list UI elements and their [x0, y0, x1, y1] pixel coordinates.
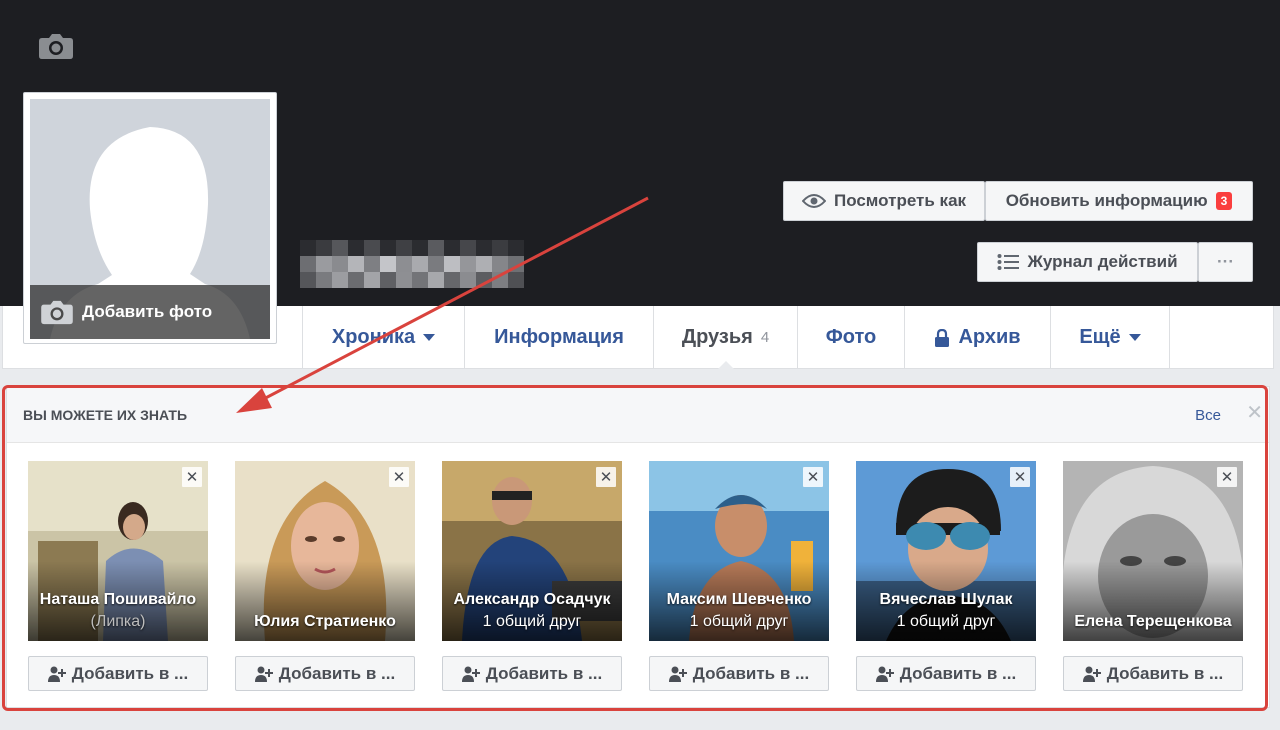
tab-archive[interactable]: Архив: [904, 306, 1050, 369]
person-name[interactable]: Александр Осадчук: [442, 591, 622, 609]
add-friend-button[interactable]: Добавить в ...: [28, 656, 208, 691]
more-options-button[interactable]: ···: [1198, 242, 1253, 282]
tab-photos[interactable]: Фото: [797, 306, 904, 369]
caret-down-icon: [423, 334, 436, 341]
add-friend-button[interactable]: Добавить в ...: [235, 656, 415, 691]
dismiss-suggestion-icon[interactable]: ✕: [182, 467, 202, 487]
person-photo[interactable]: ✕ Максим Шевченко 1 общий друг: [649, 461, 829, 641]
tab-label: Ещё: [1079, 326, 1121, 348]
mutual-friends: 1 общий друг: [689, 613, 789, 630]
profile-picture[interactable]: Добавить фото: [30, 99, 270, 339]
activity-log-label: Журнал действий: [1027, 252, 1178, 271]
person-name[interactable]: Юлия Стратиенко: [235, 613, 415, 631]
suggestion-card: ✕ Юлия Стратиенко Добавить в ...: [235, 461, 415, 691]
notification-badge: 3: [1215, 192, 1233, 210]
suggestion-cards: ✕ Наташа Пошивайло (Липка) Добавить в ..…: [28, 461, 1248, 691]
close-icon[interactable]: ✕: [1246, 403, 1263, 423]
add-friend-icon: [1082, 666, 1101, 682]
suggestion-card: ✕ Наташа Пошивайло (Липка) Добавить в ..…: [28, 461, 208, 691]
update-info-button[interactable]: Обновить информацию 3: [985, 181, 1253, 221]
add-friend-label: Добавить в ...: [485, 663, 603, 683]
eye-icon: [801, 194, 826, 208]
add-friend-icon: [47, 666, 66, 682]
add-friend-label: Добавить в ...: [1106, 663, 1224, 683]
person-photo[interactable]: ✕ Юлия Стратиенко: [235, 461, 415, 641]
add-photo-label: Добавить фото: [82, 302, 213, 321]
tab-label: Друзья: [681, 326, 753, 348]
person-photo[interactable]: ✕ Вячеслав Шулак 1 общий друг: [856, 461, 1036, 641]
add-friend-icon: [461, 666, 480, 682]
camera-icon: [41, 300, 73, 325]
profile-tabs: Хроника Информация Друзья 4 Фото Архив Е…: [302, 306, 1170, 370]
add-friend-button[interactable]: Добавить в ...: [856, 656, 1036, 691]
suggestion-card: ✕ Максим Шевченко 1 общий друг Добавить …: [649, 461, 829, 691]
add-friend-label: Добавить в ...: [278, 663, 396, 683]
caret-down-icon: [1128, 334, 1141, 341]
activity-log-button[interactable]: Журнал действий: [977, 242, 1198, 282]
tab-label: Фото: [825, 326, 877, 348]
friends-count: 4: [760, 329, 770, 346]
person-name[interactable]: Наташа Пошивайло: [28, 591, 208, 609]
person-name[interactable]: Елена Терещенкова: [1063, 613, 1243, 631]
add-friend-button[interactable]: Добавить в ...: [442, 656, 622, 691]
dismiss-suggestion-icon[interactable]: ✕: [596, 467, 616, 487]
tab-about[interactable]: Информация: [464, 306, 653, 369]
panel-title: ВЫ МОЖЕТЕ ИХ ЗНАТЬ: [23, 406, 188, 423]
add-friend-icon: [875, 666, 894, 682]
add-friend-label: Добавить в ...: [899, 663, 1017, 683]
suggestion-card: ✕ Елена Терещенкова Добавить в ...: [1063, 461, 1243, 691]
person-photo[interactable]: ✕ Александр Осадчук 1 общий друг: [442, 461, 622, 641]
list-icon: [997, 254, 1020, 270]
person-photo[interactable]: ✕ Елена Терещенкова: [1063, 461, 1243, 641]
add-photo-button[interactable]: Добавить фото: [30, 285, 270, 339]
person-name[interactable]: Максим Шевченко: [649, 591, 829, 609]
more-dots-icon: ···: [1217, 252, 1234, 271]
view-as-button[interactable]: Посмотреть как: [783, 181, 985, 221]
person-photo[interactable]: ✕ Наташа Пошивайло (Липка): [28, 461, 208, 641]
camera-icon[interactable]: [38, 32, 74, 60]
see-all-link[interactable]: Все: [1195, 407, 1221, 424]
profile-page: Добавить фото Посмотреть как Обновить ин…: [0, 0, 1280, 730]
dismiss-suggestion-icon[interactable]: ✕: [1010, 467, 1030, 487]
blurred-profile-name: [300, 240, 524, 288]
tab-label: Хроника: [331, 326, 416, 348]
add-friend-label: Добавить в ...: [692, 663, 810, 683]
tab-friends[interactable]: Друзья 4: [653, 306, 797, 370]
profile-picture-frame: Добавить фото: [23, 92, 277, 344]
lock-icon: [935, 328, 950, 347]
person-name[interactable]: Вячеслав Шулак: [856, 591, 1036, 609]
tab-label: Информация: [494, 326, 624, 348]
dismiss-suggestion-icon[interactable]: ✕: [1217, 467, 1237, 487]
dismiss-suggestion-icon[interactable]: ✕: [803, 467, 823, 487]
add-friend-label: Добавить в ...: [71, 663, 189, 683]
add-friend-button[interactable]: Добавить в ...: [649, 656, 829, 691]
tab-timeline[interactable]: Хроника: [302, 306, 464, 369]
tab-label: Архив: [958, 326, 1021, 348]
mutual-friends: 1 общий друг: [896, 613, 996, 630]
mutual-friends: 1 общий друг: [482, 613, 582, 630]
panel-header: ВЫ МОЖЕТЕ ИХ ЗНАТЬ: [7, 387, 1269, 443]
add-friend-icon: [668, 666, 687, 682]
tab-more[interactable]: Ещё: [1050, 306, 1170, 369]
add-friend-icon: [254, 666, 273, 682]
suggestion-card: ✕ Александр Осадчук 1 общий друг Добавит…: [442, 461, 622, 691]
dismiss-suggestion-icon[interactable]: ✕: [389, 467, 409, 487]
suggestion-card: ✕ Вячеслав Шулак 1 общий друг Добавить в…: [856, 461, 1036, 691]
update-info-label: Обновить информацию: [1005, 191, 1208, 210]
add-friend-button[interactable]: Добавить в ...: [1063, 656, 1243, 691]
person-subtitle: (Липка): [90, 613, 146, 630]
view-as-label: Посмотреть как: [833, 191, 967, 210]
